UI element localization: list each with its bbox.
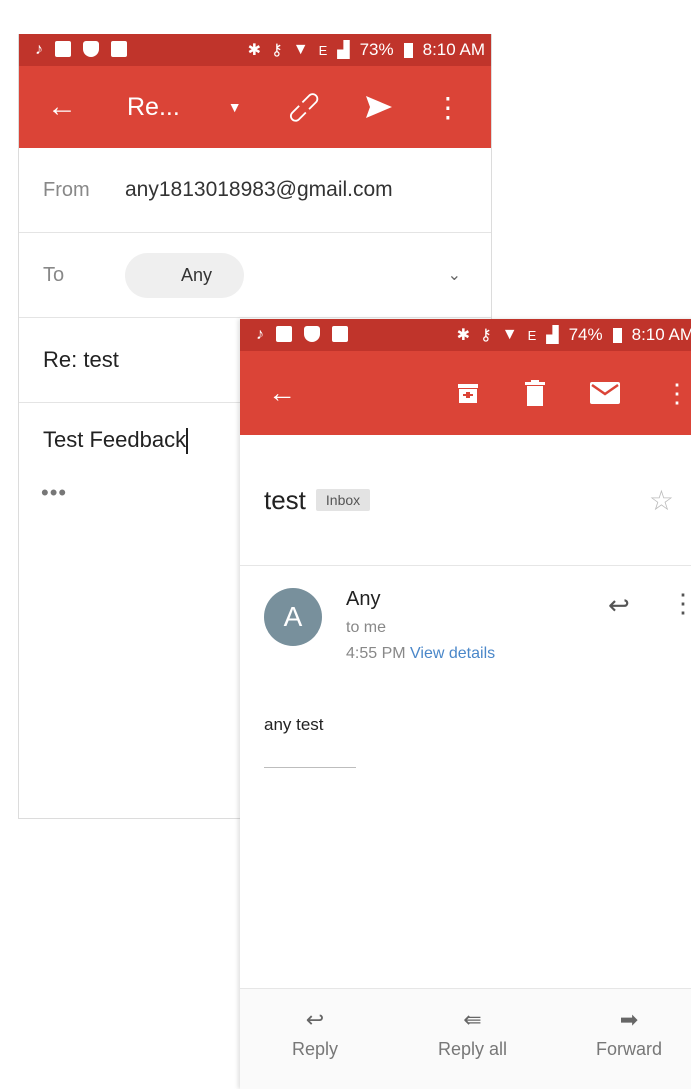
network-type: E — [318, 42, 328, 58]
message-header[interactable]: A Any to me 4:55 PM View details ↩ ⋮ — [240, 566, 691, 663]
from-label: From — [43, 178, 90, 201]
music-icon: ♪ — [256, 326, 264, 343]
title-dropdown-icon[interactable]: ▼ — [228, 99, 242, 115]
sd-card-icon — [332, 326, 348, 342]
recipient-summary: to me — [346, 619, 387, 636]
star-icon[interactable]: ☆ — [649, 484, 674, 517]
status-bar: ♪ ✱ ⚷ ▼ E ▟ 74% 8:10 AM — [240, 319, 691, 351]
to-field[interactable]: To Any ⌄ — [19, 233, 491, 318]
reply-all-button[interactable]: ⇚ Reply all — [438, 1007, 507, 1060]
mark-unread-icon[interactable] — [590, 382, 620, 404]
reply-button[interactable]: ↩ Reply — [292, 1007, 338, 1060]
image-icon — [55, 41, 71, 57]
bluetooth-icon: ✱ — [247, 42, 262, 59]
bottom-action-bar: ↩ Reply ⇚ Reply all ➡ Forward — [240, 988, 691, 1089]
forward-icon: ➡ — [619, 1007, 639, 1032]
image-icon — [276, 326, 292, 342]
network-type: E — [527, 327, 537, 343]
message-body: any test — [264, 715, 324, 734]
reply-icon[interactable]: ↩ — [608, 590, 630, 621]
shield-icon — [304, 326, 320, 342]
from-field[interactable]: From any1813018983@gmail.com — [19, 148, 491, 233]
message-time: 4:55 PM — [346, 645, 406, 662]
attach-icon[interactable]: ⊂⊃ — [279, 83, 328, 132]
status-time: 8:10 AM — [422, 40, 485, 59]
message-overflow-icon[interactable]: ⋮ — [670, 588, 691, 619]
from-value: any1813018983@gmail.com — [125, 178, 393, 201]
battery-percent: 73% — [359, 40, 394, 59]
battery-icon — [612, 327, 622, 343]
shield-icon — [83, 41, 99, 57]
reply-label: Reply — [292, 1039, 339, 1059]
forward-label: Forward — [596, 1039, 663, 1059]
delete-icon[interactable] — [524, 380, 546, 406]
status-time: 8:10 AM — [631, 325, 691, 344]
forward-button[interactable]: ➡ Forward — [596, 1007, 662, 1060]
overflow-menu-icon[interactable]: ⋮ — [664, 378, 690, 409]
to-label: To — [43, 263, 65, 286]
key-icon: ⚷ — [480, 327, 492, 344]
reply-icon: ↩ — [305, 1007, 325, 1032]
recipient-chip[interactable]: Any — [125, 252, 245, 298]
signature-divider — [264, 767, 356, 768]
wifi-icon: ▼ — [501, 326, 518, 343]
email-view-screen: ♪ ✱ ⚷ ▼ E ▟ 74% 8:10 AM ← ⋮ test Inbox ☆… — [240, 319, 691, 1089]
wifi-icon: ▼ — [292, 41, 309, 58]
subject-value: Re: test — [43, 347, 119, 372]
back-arrow-icon[interactable]: ← — [45, 90, 79, 124]
compose-app-bar: ← Re... ▼ ⊂⊃ ⋮ — [19, 66, 491, 148]
send-icon[interactable] — [364, 94, 394, 120]
body-text: Test Feedback — [43, 427, 187, 452]
message-time-row: 4:55 PM View details — [346, 645, 495, 663]
view-details-link[interactable]: View details — [410, 645, 495, 662]
email-app-bar: ← ⋮ — [240, 351, 691, 435]
archive-icon[interactable] — [456, 381, 480, 405]
battery-percent: 74% — [568, 325, 603, 344]
signal-icon: ▟ — [546, 327, 559, 344]
expand-chevron-icon[interactable]: ⌄ — [448, 265, 461, 285]
email-subject: test — [264, 484, 306, 515]
avatar[interactable]: A — [264, 588, 322, 646]
inbox-label-badge[interactable]: Inbox — [315, 489, 371, 511]
status-bar: ♪ ✱ ⚷ ▼ E ▟ 73% 8:10 AM — [19, 34, 491, 66]
reply-all-label: Reply all — [438, 1039, 508, 1059]
reply-all-icon: ⇚ — [463, 1007, 482, 1032]
email-subject-row: test Inbox ☆ — [240, 435, 691, 566]
back-arrow-icon[interactable]: ← — [268, 377, 296, 409]
signal-icon: ▟ — [337, 42, 350, 59]
message-meta: Any to me 4:55 PM View details — [346, 588, 495, 663]
sender-name: Any — [346, 588, 381, 610]
key-icon: ⚷ — [271, 42, 283, 59]
battery-icon — [403, 42, 413, 58]
music-icon: ♪ — [35, 41, 43, 58]
compose-title: Re... — [127, 92, 180, 121]
overflow-menu-icon[interactable]: ⋮ — [434, 91, 462, 124]
text-cursor — [186, 428, 189, 455]
bluetooth-icon: ✱ — [456, 327, 471, 344]
sd-card-icon — [111, 41, 127, 57]
